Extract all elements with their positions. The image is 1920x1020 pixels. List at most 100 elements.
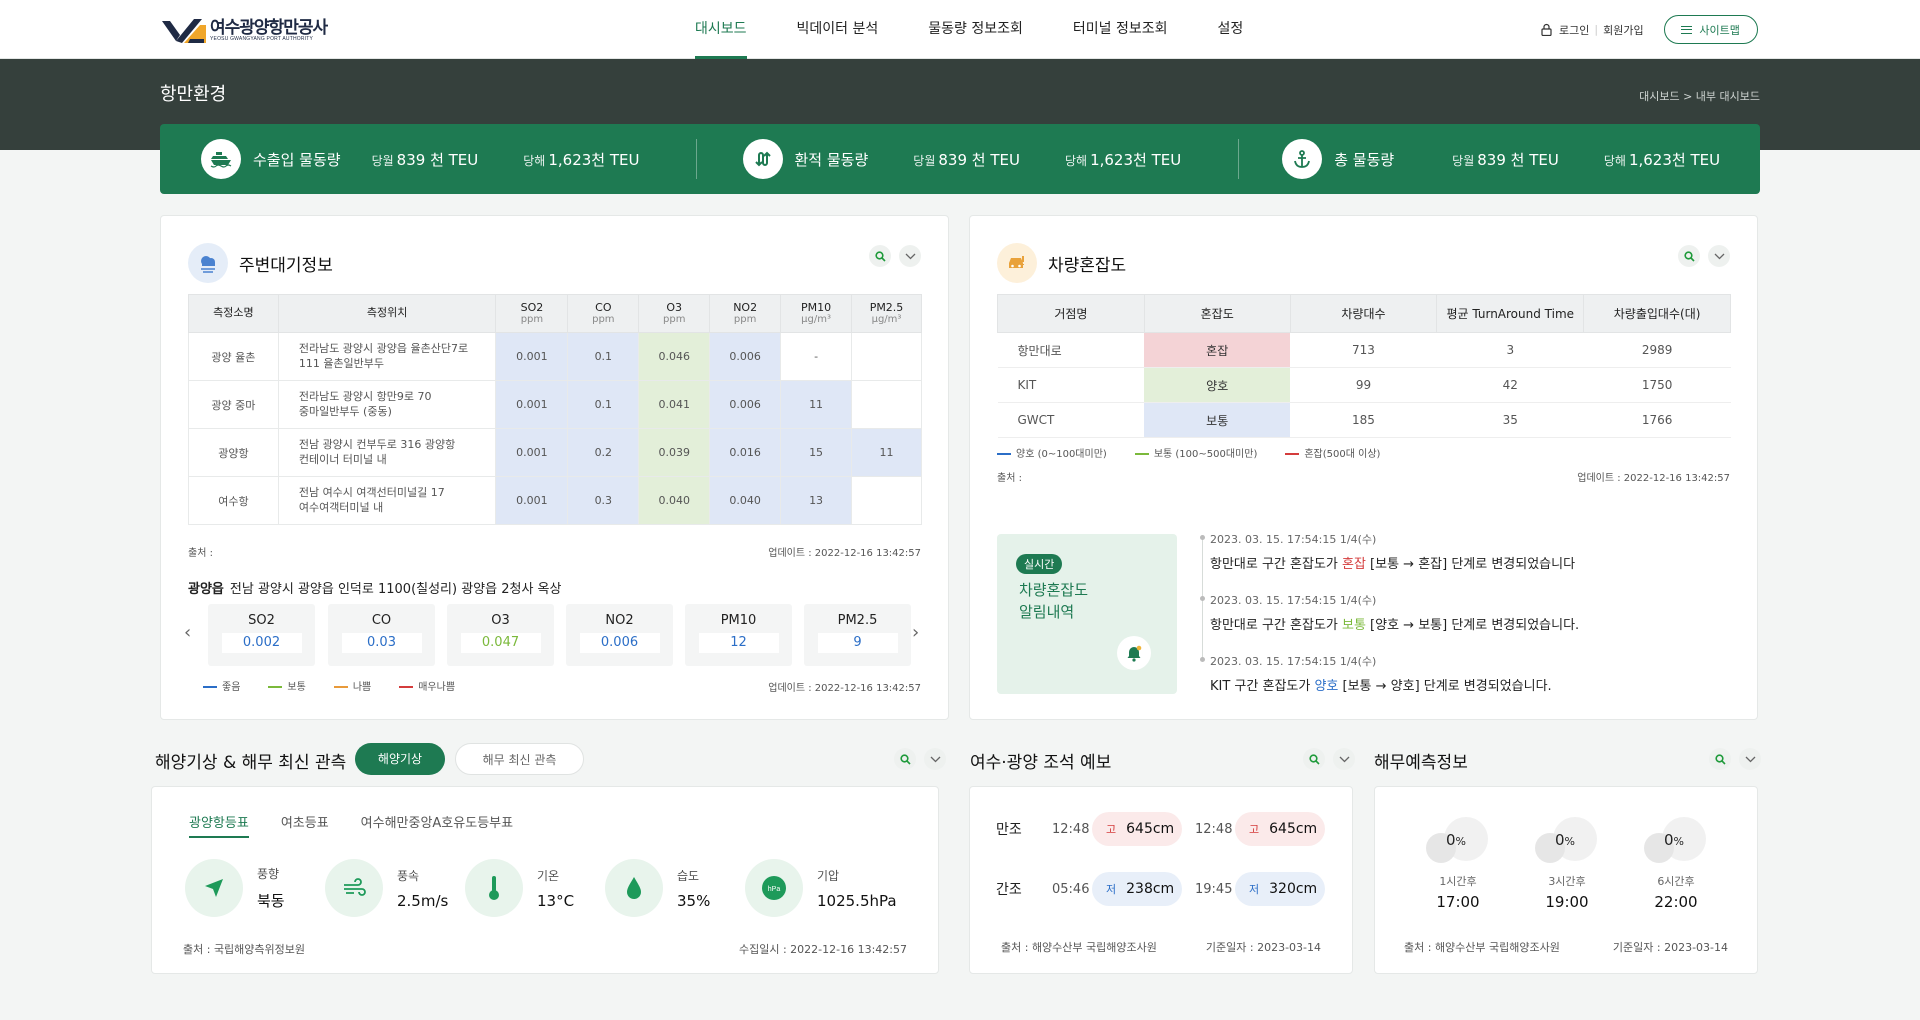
tide-chip: 고 645cm <box>1092 812 1182 846</box>
tab-yeosu-buoy[interactable]: 여수해만중앙A호유도등부표 <box>361 812 513 838</box>
search-icon[interactable] <box>1678 245 1700 267</box>
col-header: 거점명 <box>997 294 1145 333</box>
stat-name: 수출입 물동량 <box>253 150 341 169</box>
transfer-icon <box>742 139 783 179</box>
login-link[interactable]: 로그인 <box>1559 22 1589 38</box>
weather-item: hPa 기압 1025.5hPa <box>745 859 897 917</box>
anchor-icon <box>1282 139 1323 179</box>
main-nav: 대시보드 빅데이터 분석 물동량 정보조회 터미널 정보조회 설정 <box>670 0 1268 59</box>
bell-icon[interactable] <box>1117 636 1151 670</box>
stat-year: 당해 1,623천 TEU <box>523 150 640 169</box>
table-row: KIT 양호 99 42 1750 <box>997 367 1731 403</box>
tab-gwangyang[interactable]: 광양항등표 <box>189 812 249 838</box>
logo[interactable]: 여수광양항만공사 YEOSU GWANGYANG PORT AUTHORITY <box>160 16 328 46</box>
logo-text: 여수광양항만공사 <box>210 18 328 38</box>
col-header: CO ppm <box>567 294 640 333</box>
table-row: 항만대로 혼잡 713 3 2989 <box>997 332 1731 368</box>
table-row: GWCT 보통 185 35 1766 <box>997 402 1731 438</box>
alert-list: 2023. 03. 15. 17:54:15 1/4(수) 항만대로 구간 혼잡… <box>1200 531 1579 709</box>
nav-bigdata[interactable]: 빅데이터 분석 <box>772 0 904 59</box>
tide-row-low: 간조 05:46 저 238cm 19:45 저 320cm <box>996 872 1338 906</box>
chevron-down-icon[interactable] <box>924 748 946 770</box>
source-text: 출처 : <box>188 548 213 559</box>
base-date-text: 기준일자 : 2023-03-14 <box>1612 941 1728 954</box>
station-info: 광양읍 전남 광양시 광양읍 인덕로 1100(칠성리) 광양읍 2청사 옥상 <box>188 582 562 597</box>
list-item: 2023. 03. 15. 17:54:15 1/4(수) 항만대로 구간 혼잡… <box>1200 531 1579 572</box>
sea-fog-tab[interactable]: 해무 최신 관측 <box>455 743 584 775</box>
col-header: PM10 μg/m³ <box>780 294 853 333</box>
nav-dashboard[interactable]: 대시보드 <box>670 0 772 59</box>
chevron-right-icon[interactable]: › <box>912 622 919 643</box>
signup-link[interactable]: 회원가입 <box>1603 22 1643 38</box>
traffic-legend: 양호 (0~100대미만) 보통 (100~500대미만) 혼잡(500대 이상… <box>997 445 1408 460</box>
tide-chip: 고 645cm <box>1235 812 1325 846</box>
collected-text: 수집일시 : 2022-12-16 13:42:57 <box>738 943 907 956</box>
chevron-down-icon[interactable] <box>899 245 921 267</box>
level-cell: 양호 <box>1144 367 1291 403</box>
pollutant-card: PM2.5 9 <box>804 604 911 666</box>
col-header: 측정위치 <box>277 294 497 333</box>
pollutant-card: NO2 0.006 <box>566 604 673 666</box>
pressure-icon: hPa <box>745 859 803 917</box>
tide-card: 만조 12:48 고 645cm 12:48 고 645cm 간조 05:46 저2… <box>969 786 1353 974</box>
nav-cargo[interactable]: 물동량 정보조회 <box>903 0 1048 59</box>
tide-row-high: 만조 12:48 고 645cm 12:48 고 645cm <box>996 812 1338 846</box>
marine-section-title: 해양기상 & 해무 최신 관측 <box>155 753 347 773</box>
level-cell: 혼잡 <box>1144 332 1291 368</box>
nav-settings[interactable]: 설정 <box>1193 0 1269 59</box>
tide-section-title: 여수·광양 조석 예보 <box>970 753 1112 773</box>
cloud-icon: 0% <box>1535 817 1599 863</box>
tide-chip: 저 238cm <box>1092 872 1182 906</box>
chevron-left-icon[interactable]: ‹ <box>184 622 191 643</box>
marine-card: 광양항등표 여초등표 여수해만중앙A호유도등부표 풍향 북동 풍속 2.5m/s 기… <box>151 786 939 974</box>
wind-speed-icon <box>325 859 383 917</box>
cloud-icon <box>188 243 228 283</box>
page-title: 항만환경 <box>160 84 227 105</box>
stat-month: 당월 839 천 TEU <box>371 150 479 169</box>
table-row: 광양 율촌 전라남도 광양시 광양읍 율촌산단7로 111 율촌일반부두 0.00… <box>188 332 922 381</box>
traffic-table: 거점명 혼잡도 차량대수 평균 TurnAround Time 차량출입대수(대… <box>997 294 1731 438</box>
source-text: 출처 : 해양수산부 국립해양조사원 <box>1001 941 1157 954</box>
table-row: 여수항 전남 여수시 여객선터미널길 17 여수여객터미널 내 0.001 0.3… <box>188 476 922 525</box>
stat-name: 환적 물동량 <box>794 150 869 169</box>
col-header: 차량대수 <box>1289 294 1438 333</box>
pollutant-card: SO2 0.002 <box>208 604 315 666</box>
util-divider: | <box>1594 23 1599 36</box>
pollutant-card: O3 0.047 <box>447 604 554 666</box>
search-icon[interactable] <box>894 748 916 770</box>
search-icon[interactable] <box>869 245 891 267</box>
air-quality-table: 측정소명 측정위치 SO2 ppm CO ppm O3 ppm NO2 ppm PM10… <box>188 294 922 525</box>
col-header: 차량출입대수(대) <box>1583 294 1731 333</box>
card-title: 주변대기정보 <box>239 255 333 276</box>
col-header: 측정소명 <box>188 294 279 333</box>
marine-weather-tab[interactable]: 해양기상 <box>355 743 445 775</box>
nav-terminal[interactable]: 터미널 정보조회 <box>1048 0 1193 59</box>
cargo-summary-bar: 수출입 물동량 당월 839 천 TEU 당해 1,623천 TEU 환적 물동량 … <box>160 124 1760 194</box>
air-legend: 좋음 보통 나쁨 매우나쁨 <box>203 678 483 693</box>
car-alert-icon <box>997 243 1037 283</box>
stat-total: 총 물동량 당월 839 천 TEU 당해 1,623천 TEU <box>1282 124 1720 194</box>
search-icon[interactable] <box>1303 748 1325 770</box>
svg-text:hPa: hPa <box>768 886 781 893</box>
table-row: 광양항 전남 광양시 컨부두로 316 광양항 컨테이너 터미널 내 0.001 … <box>188 428 922 477</box>
col-header: 평균 TurnAround Time <box>1436 294 1585 333</box>
stat-month: 당월 839 천 TEU <box>913 150 1020 169</box>
cloud-icon: 0% <box>1644 817 1708 863</box>
chevron-down-icon[interactable] <box>1739 748 1761 770</box>
search-icon[interactable] <box>1709 748 1731 770</box>
stat-year: 당해 1,623천 TEU <box>1064 150 1182 169</box>
sitemap-button[interactable]: 사이트맵 <box>1663 15 1758 44</box>
fog-forecast-item: 0% 1시간후 17:00 <box>1418 817 1498 911</box>
fog-forecast-item: 0% 6시간후 22:00 <box>1636 817 1716 911</box>
stat-divider <box>1238 139 1240 179</box>
chevron-down-icon[interactable] <box>1708 245 1730 267</box>
humidity-icon <box>605 859 663 917</box>
chevron-down-icon[interactable] <box>1333 748 1355 770</box>
live-badge: 실시간 <box>1016 554 1063 574</box>
updated-text: 업데이트 : 2022-12-16 13:42:57 <box>1577 473 1730 484</box>
tab-yeocho[interactable]: 여초등표 <box>281 812 329 838</box>
pollutant-card: PM10 12 <box>685 604 792 666</box>
source-text: 출처 : 국립해양측위정보원 <box>183 943 306 956</box>
ship-icon <box>201 139 241 179</box>
cloud-icon: 0% <box>1426 817 1490 863</box>
